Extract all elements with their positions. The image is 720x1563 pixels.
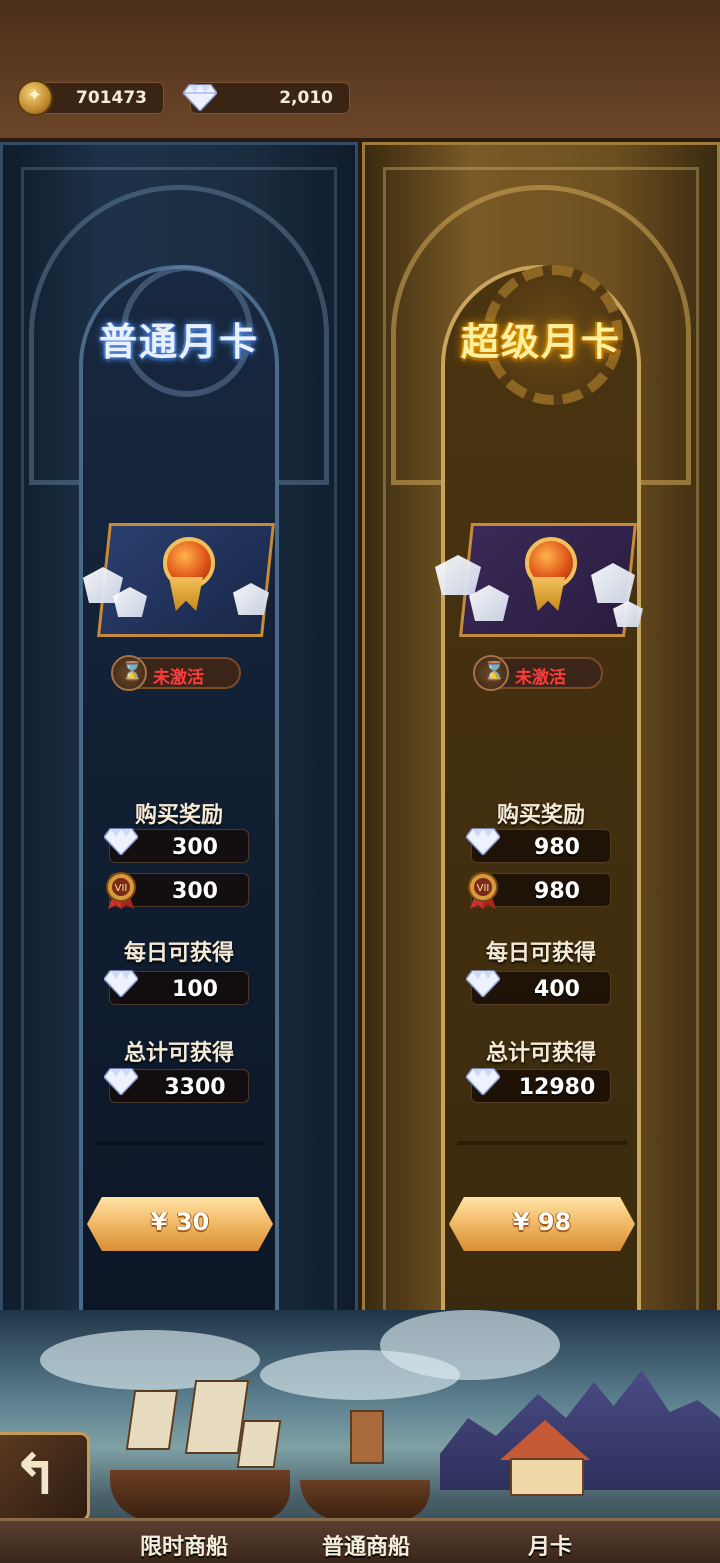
gold-counter: 701473 bbox=[17, 80, 164, 116]
diamond-gem-icon bbox=[104, 828, 138, 855]
normal-monthly-card-panel: 普通月卡 未激活 购买奖励 300 VII 300 每日可获得 bbox=[0, 142, 358, 1382]
monthly-card-illustration bbox=[83, 515, 275, 637]
purchase-vip-amount: 980 bbox=[534, 879, 580, 904]
monthly-card-illustration bbox=[435, 515, 643, 637]
hourglass-icon bbox=[473, 655, 509, 691]
total-gem-row: 3300 bbox=[104, 1068, 249, 1103]
diamond-gem-icon bbox=[104, 1068, 138, 1095]
daily-gem-amount: 400 bbox=[534, 977, 580, 1002]
diamond-gem-icon bbox=[104, 970, 138, 997]
super-monthly-card-panel: 超级月卡 未激活 购买奖励 980 VII 980 每日可获得 bbox=[362, 142, 720, 1382]
svg-text:VII: VII bbox=[115, 883, 128, 894]
tab-monthly-card[interactable]: 月卡 bbox=[528, 1529, 572, 1561]
purchase-gem-amount: 300 bbox=[172, 835, 218, 860]
monthly-card-shop-building[interactable] bbox=[500, 1400, 590, 1496]
activation-status: 未激活 bbox=[111, 655, 241, 691]
hourglass-icon bbox=[111, 655, 147, 691]
diamond-gem-icon bbox=[466, 1068, 500, 1095]
svg-text:VII: VII bbox=[477, 883, 490, 894]
purchase-vip-row: VII 300 bbox=[106, 872, 249, 909]
tab-normal-ship[interactable]: 普通商船 bbox=[322, 1529, 410, 1561]
card-title: 超级月卡 bbox=[460, 320, 621, 364]
gem-counter: 2,010 bbox=[183, 82, 350, 114]
daily-reward-label: 每日可获得 bbox=[123, 941, 234, 966]
total-gem-amount: 3300 bbox=[164, 1075, 226, 1100]
purchase-reward-label: 购买奖励 bbox=[134, 803, 223, 828]
diamond-gem-icon bbox=[183, 84, 217, 111]
purchase-reward-label: 购买奖励 bbox=[496, 803, 585, 828]
top-currency-bar: 701473 2,010 bbox=[0, 0, 720, 142]
back-button[interactable]: ↰ bbox=[0, 1432, 90, 1522]
purchase-gem-row: 300 bbox=[104, 828, 249, 863]
tab-limited-ship[interactable]: 限时商船 bbox=[140, 1529, 228, 1561]
divider bbox=[457, 1141, 627, 1145]
purchase-vip-amount: 300 bbox=[172, 879, 218, 904]
total-gem-row: 12980 bbox=[466, 1068, 611, 1103]
daily-gem-row: 400 bbox=[466, 970, 611, 1005]
price-label: ¥ 98 bbox=[512, 1208, 572, 1236]
total-reward-label: 总计可获得 bbox=[485, 1041, 596, 1066]
purchase-gem-row: 980 bbox=[466, 828, 611, 863]
diamond-gem-icon bbox=[466, 970, 500, 997]
daily-gem-amount: 100 bbox=[172, 977, 218, 1002]
divider bbox=[95, 1141, 265, 1145]
gold-amount: 701473 bbox=[76, 88, 147, 108]
price-label: ¥ 30 bbox=[150, 1208, 210, 1236]
bottom-nav-bar: 限时商船 普通商船 月卡 bbox=[0, 1518, 720, 1563]
purchase-gem-amount: 980 bbox=[534, 835, 580, 860]
activation-status: 未激活 bbox=[473, 655, 603, 691]
card-title: 普通月卡 bbox=[98, 320, 259, 364]
daily-gem-row: 100 bbox=[104, 970, 249, 1005]
back-arrow-icon: ↰ bbox=[12, 1443, 59, 1508]
buy-super-card-button[interactable]: ¥ 98 bbox=[449, 1197, 635, 1251]
buy-normal-card-button[interactable]: ¥ 30 bbox=[87, 1197, 273, 1251]
gem-amount: 2,010 bbox=[279, 88, 333, 108]
status-text: 未激活 bbox=[515, 668, 566, 688]
vip-medal-icon: VII bbox=[468, 872, 498, 909]
normal-merchant-ship[interactable] bbox=[300, 1410, 430, 1530]
total-reward-label: 总计可获得 bbox=[123, 1041, 234, 1066]
gold-coin-icon bbox=[17, 80, 53, 116]
diamond-gem-icon bbox=[466, 828, 500, 855]
vip-medal-icon: VII bbox=[106, 872, 136, 909]
daily-reward-label: 每日可获得 bbox=[485, 941, 596, 966]
status-text: 未激活 bbox=[153, 668, 204, 688]
purchase-vip-row: VII 980 bbox=[468, 872, 611, 909]
total-gem-amount: 12980 bbox=[518, 1075, 596, 1100]
limited-merchant-ship[interactable] bbox=[110, 1380, 290, 1540]
